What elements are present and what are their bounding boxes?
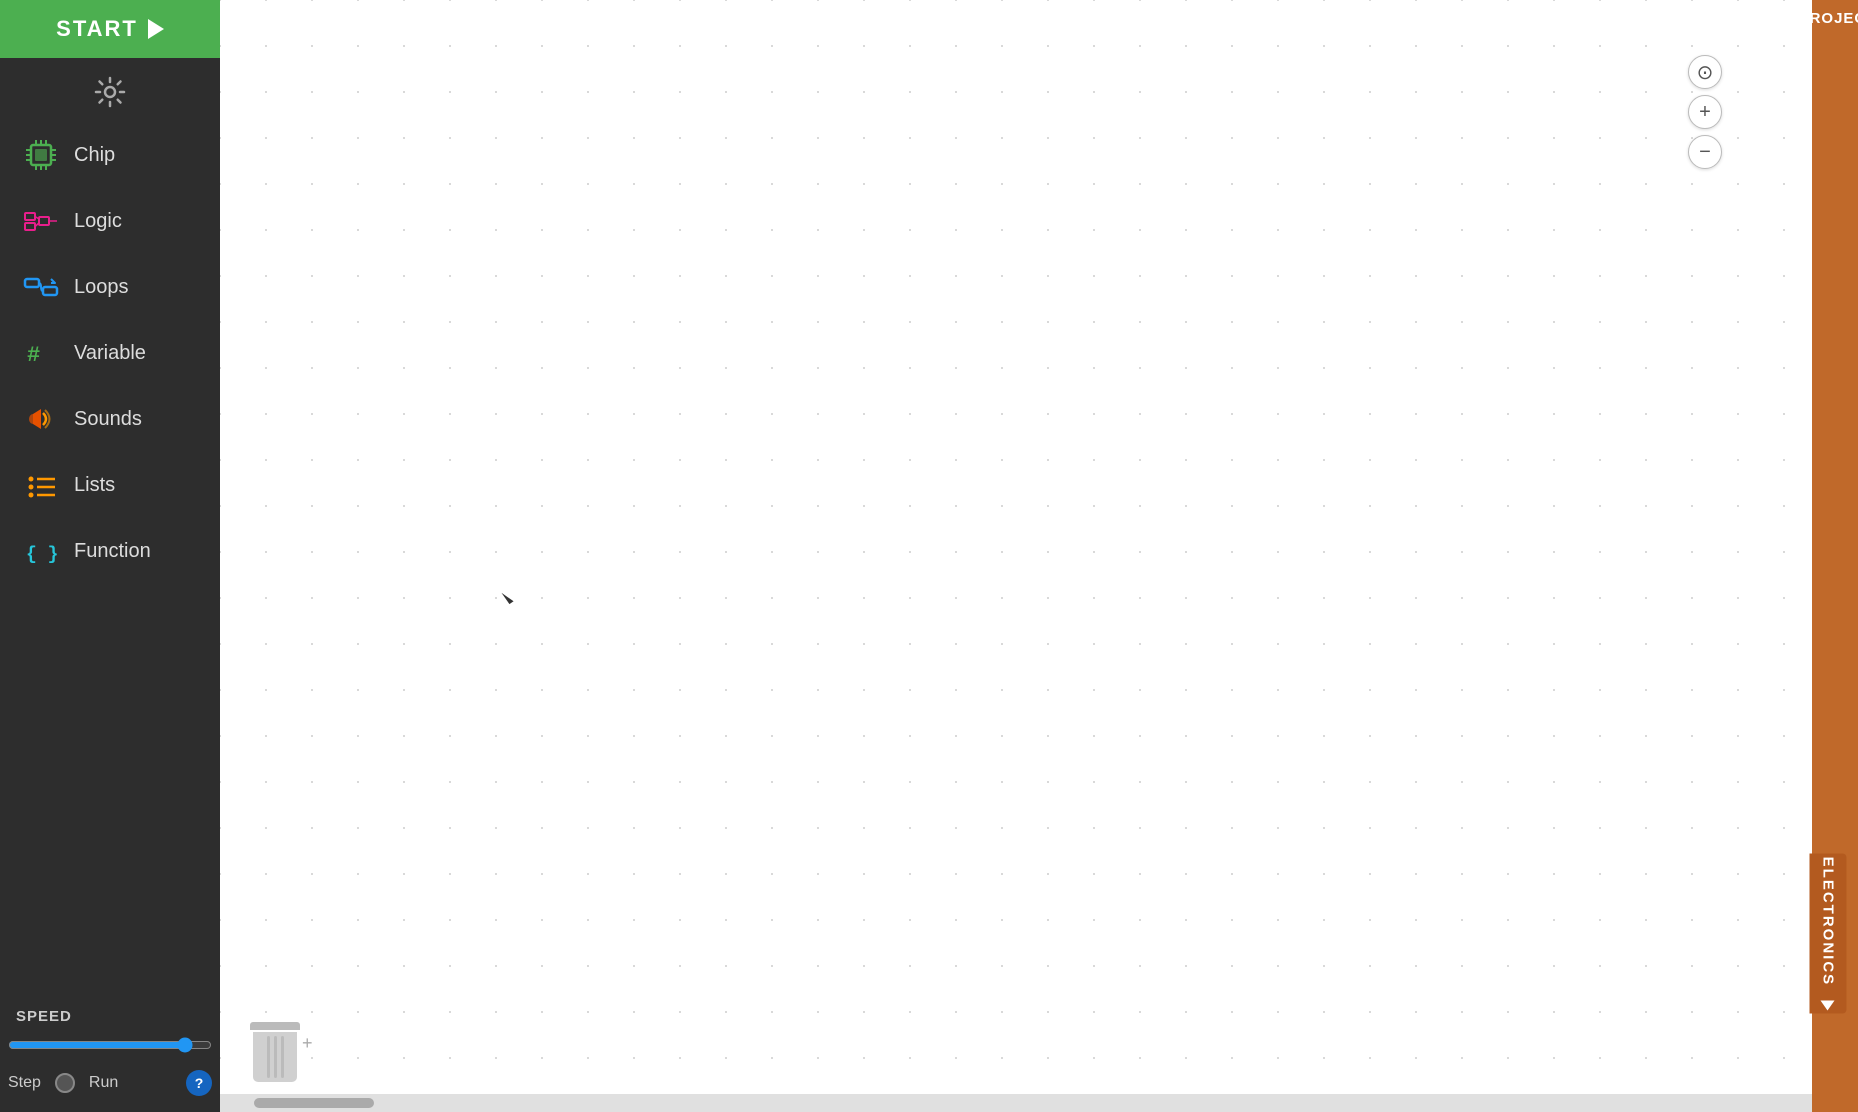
start-label: START — [56, 16, 138, 42]
function-label: Function — [74, 540, 151, 563]
trash-body — [253, 1032, 297, 1082]
sidebar-item-lists[interactable]: Lists — [0, 452, 220, 518]
scroll-thumb[interactable] — [254, 1098, 374, 1108]
speed-section: SPEED — [0, 992, 220, 1033]
zoom-in-button[interactable]: + — [1688, 95, 1722, 129]
speed-slider[interactable] — [8, 1037, 212, 1053]
logic-icon — [22, 202, 60, 240]
projects-tab[interactable]: PROJECTS — [1812, 0, 1858, 37]
locate-icon: ⊙ — [1697, 60, 1714, 85]
trash-plus-icon: + — [302, 1033, 313, 1054]
canvas-area[interactable]: ⊙ + − + — [220, 0, 1812, 1112]
sidebar-item-loops[interactable]: Loops — [0, 254, 220, 320]
projects-label: PROJECTS — [1799, 10, 1858, 27]
variable-icon: # — [22, 334, 60, 372]
electronics-label: ELECTRONICS — [1820, 857, 1837, 987]
horizontal-scrollbar[interactable] — [220, 1094, 1812, 1112]
sidebar: START — [0, 0, 220, 1112]
trash-line — [281, 1036, 284, 1078]
trash-can[interactable]: + — [250, 1022, 300, 1082]
sidebar-item-variable[interactable]: # Variable — [0, 320, 220, 386]
projects-panel: PROJECTS ELECTRONICS — [1812, 0, 1858, 1112]
step-run-row: Step Run ? — [0, 1066, 220, 1112]
chip-label: Chip — [74, 144, 115, 167]
function-icon: { } — [22, 532, 60, 570]
zoom-controls: ⊙ + − — [1688, 55, 1722, 169]
sidebar-item-logic[interactable]: Logic — [0, 188, 220, 254]
loops-icon — [22, 268, 60, 306]
settings-button[interactable] — [0, 58, 220, 118]
lists-icon — [22, 466, 60, 504]
run-label: Run — [89, 1074, 118, 1092]
svg-text:#: # — [27, 343, 40, 368]
variable-label: Variable — [74, 342, 146, 365]
locate-button[interactable]: ⊙ — [1688, 55, 1722, 89]
sidebar-item-function[interactable]: { } Function — [0, 518, 220, 584]
nav-items: Chip Logic — [0, 118, 220, 992]
svg-text:{ }: { } — [26, 545, 58, 565]
step-toggle[interactable] — [55, 1073, 75, 1093]
sidebar-item-chip[interactable]: Chip — [0, 122, 220, 188]
logic-label: Logic — [74, 210, 122, 233]
trash-line — [274, 1036, 277, 1078]
speed-label: SPEED — [16, 1008, 72, 1025]
zoom-out-icon: − — [1699, 141, 1711, 164]
speed-slider-row — [0, 1033, 220, 1066]
zoom-out-button[interactable]: − — [1688, 135, 1722, 169]
electronics-tab[interactable]: ELECTRONICS — [1810, 854, 1847, 1014]
electronics-arrow-icon — [1820, 1000, 1834, 1010]
loops-label: Loops — [74, 276, 129, 299]
trash-lid — [250, 1022, 300, 1030]
dot-grid — [220, 0, 1812, 1082]
zoom-in-icon: + — [1699, 101, 1711, 124]
trash-line — [267, 1036, 270, 1078]
sidebar-item-sounds[interactable]: Sounds — [0, 386, 220, 452]
help-button[interactable]: ? — [186, 1070, 212, 1096]
lists-label: Lists — [74, 474, 115, 497]
start-button[interactable]: START — [0, 0, 220, 58]
play-icon — [148, 19, 164, 39]
projects-arrow-icon — [1783, 12, 1793, 26]
chip-icon — [22, 136, 60, 174]
gear-icon — [94, 76, 126, 108]
sounds-label: Sounds — [74, 408, 142, 431]
sounds-icon — [22, 400, 60, 438]
step-label: Step — [8, 1074, 41, 1092]
